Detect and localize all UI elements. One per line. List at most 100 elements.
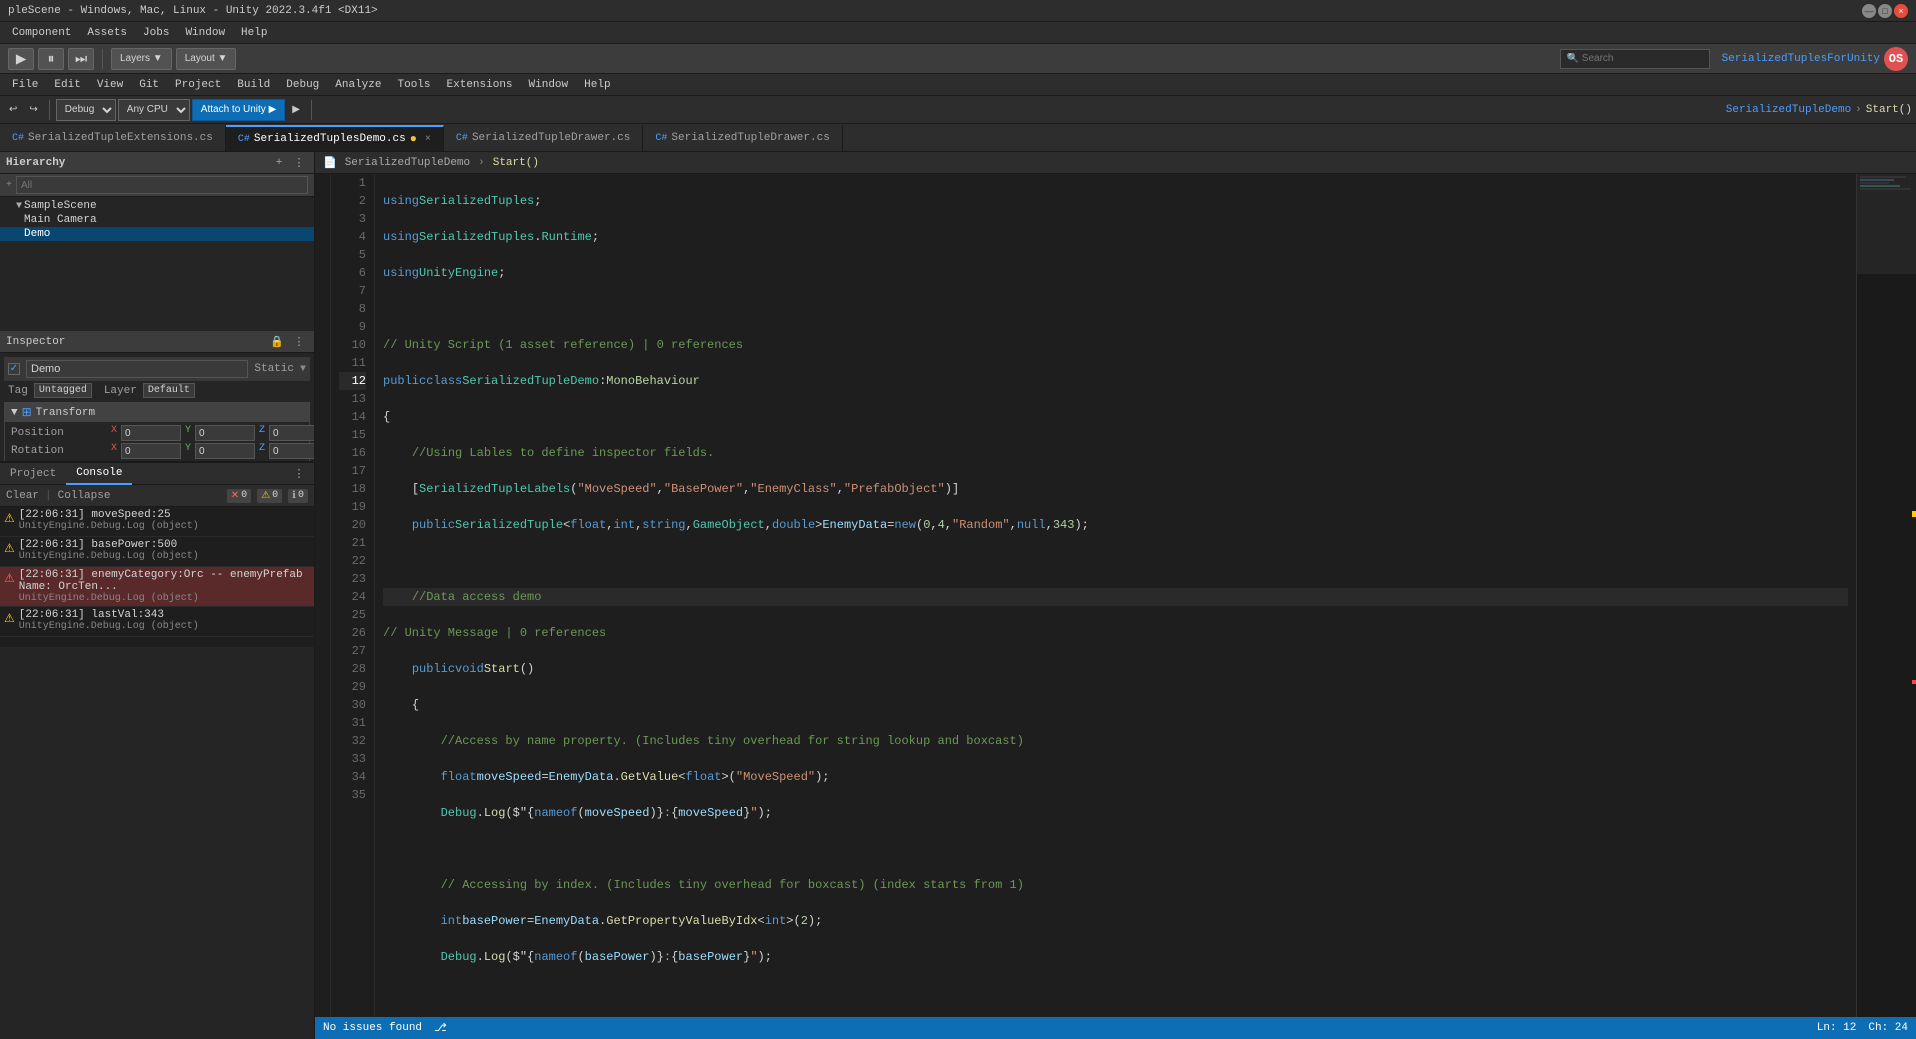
code-editor[interactable]: 12345 678910 1112131415 1617181920 21222… xyxy=(315,174,1916,1017)
menu-window[interactable]: Window xyxy=(177,25,233,41)
minimize-button[interactable]: — xyxy=(1862,4,1876,18)
error-count-badge: ✕ 0 xyxy=(227,489,251,503)
breadcrumb-sep: › xyxy=(1855,104,1862,116)
close-button[interactable]: × xyxy=(1894,4,1908,18)
vs-menu-view[interactable]: View xyxy=(89,77,131,93)
hierarchy-add-icon[interactable]: + xyxy=(270,154,288,172)
tab-close-1[interactable]: × xyxy=(425,134,431,145)
hierarchy-panel: Hierarchy + ⋮ + ▼ SampleScene Main Camer… xyxy=(0,152,314,462)
platform-dropdown[interactable]: Any CPU xyxy=(118,99,190,121)
console-entry-0[interactable]: ⚠ [22:06:31] moveSpeed:25 UnityEngine.De… xyxy=(0,507,314,537)
console-counts: ✕ 0 ⚠ 0 ℹ 0 xyxy=(227,489,308,503)
console-entry-3[interactable]: ⚠ [22:06:31] lastVal:343 UnityEngine.Deb… xyxy=(0,607,314,637)
gameobject-active-checkbox[interactable] xyxy=(8,363,20,375)
minimap[interactable] xyxy=(1856,174,1916,1017)
console-clear-button[interactable]: Clear xyxy=(6,490,39,502)
layout-button[interactable]: Layout ▼ xyxy=(176,48,237,70)
position-z-input[interactable] xyxy=(269,425,314,441)
tab-icon-2: C# xyxy=(456,133,468,144)
rotation-z-input[interactable] xyxy=(269,443,314,459)
gameobject-name-input[interactable] xyxy=(26,360,248,378)
vs-menu-extensions[interactable]: Extensions xyxy=(439,77,521,93)
vs-menu-git[interactable]: Git xyxy=(131,77,167,93)
minimap-warning-indicator xyxy=(1912,511,1916,517)
scale-row: Scale X Y Z xyxy=(11,460,303,461)
vs-menu-window[interactable]: Window xyxy=(521,77,577,93)
breadcrumb-arrow: › xyxy=(478,157,485,169)
debug-config-dropdown[interactable]: Debug xyxy=(56,99,116,121)
step-button[interactable]: ⏭ xyxy=(68,48,94,70)
vs-menu-debug[interactable]: Debug xyxy=(278,77,327,93)
rotation-x-input[interactable] xyxy=(121,443,181,459)
tab-0[interactable]: C# SerializedTupleExtensions.cs xyxy=(0,125,226,151)
position-row: Position X Y Z xyxy=(11,424,303,442)
console-content: ⚠ [22:06:31] moveSpeed:25 UnityEngine.De… xyxy=(0,507,314,647)
tag-value[interactable]: Untagged xyxy=(34,383,92,398)
breadcrumb-serializedtuple: SerializedTupleDemo xyxy=(345,157,470,169)
hierarchy-menu-icon[interactable]: ⋮ xyxy=(290,154,308,172)
breadcrumb-start: Start() xyxy=(493,157,539,169)
transform-label: Transform xyxy=(36,407,95,419)
search-icon: + xyxy=(6,180,12,191)
inspector-content: Static ▼ Tag Untagged Layer Default ▼ ⊞ xyxy=(0,353,314,461)
run-button[interactable]: ▶ xyxy=(287,99,305,121)
static-dropdown-arrow[interactable]: ▼ xyxy=(300,364,306,375)
status-right: Ln: 12 Ch: 24 xyxy=(1817,1022,1908,1034)
inspector-header: Inspector 🔒 ⋮ xyxy=(0,331,314,353)
inspector-lock-icon[interactable]: 🔒 xyxy=(268,333,286,351)
vs-menu-project[interactable]: Project xyxy=(167,77,229,93)
inspector-menu-icon[interactable]: ⋮ xyxy=(290,333,308,351)
tab-1[interactable]: C# SerializedTuplesDemo.cs ● × xyxy=(226,125,444,151)
console-text-2: [22:06:31] enemyCategory:Orc -- enemyPre… xyxy=(19,569,310,604)
rotation-y-input[interactable] xyxy=(195,443,255,459)
console-entry-2[interactable]: ⚠ [22:06:31] enemyCategory:Orc -- enemyP… xyxy=(0,567,314,607)
layer-value[interactable]: Default xyxy=(143,383,195,398)
menu-help[interactable]: Help xyxy=(233,25,275,41)
vs-menu-analyze[interactable]: Analyze xyxy=(327,77,389,93)
console-entry-1[interactable]: ⚠ [22:06:31] basePower:500 UnityEngine.D… xyxy=(0,537,314,567)
hierarchy-camera-item[interactable]: Main Camera xyxy=(0,213,314,227)
pause-button[interactable]: ⏸ xyxy=(38,48,64,70)
menu-component[interactable]: Component xyxy=(4,25,79,41)
hierarchy-demo-item[interactable]: Demo xyxy=(0,227,314,241)
demo-name: Demo xyxy=(24,228,50,240)
user-avatar: OS xyxy=(1884,47,1908,71)
project-tab[interactable]: Project xyxy=(0,463,66,485)
position-y-input[interactable] xyxy=(195,425,255,441)
rotation-xyz: X Y Z xyxy=(111,443,314,459)
hierarchy-scene-item[interactable]: ▼ SampleScene xyxy=(0,199,314,213)
code-content[interactable]: using SerializedTuples; using Serialized… xyxy=(375,174,1856,1017)
position-x-input[interactable] xyxy=(121,425,181,441)
minimap-scrollbar[interactable] xyxy=(1857,174,1916,274)
console-menu-icon[interactable]: ⋮ xyxy=(290,465,308,483)
hierarchy-search-input[interactable] xyxy=(16,176,308,194)
attach-unity-button[interactable]: Attach to Unity ▶ xyxy=(192,99,286,121)
menu-assets[interactable]: Assets xyxy=(79,25,135,41)
vs-menu-file[interactable]: File xyxy=(4,77,46,93)
tab-2[interactable]: C# SerializedTupleDrawer.cs xyxy=(444,125,643,151)
maximize-button[interactable]: □ xyxy=(1878,4,1892,18)
code-line-8: //Using Lables to define inspector field… xyxy=(383,444,1848,462)
status-message: No issues found xyxy=(323,1022,422,1034)
message-icon: ℹ xyxy=(292,490,296,502)
layers-button[interactable]: Layers ▼ xyxy=(111,48,172,70)
inspector-icons: 🔒 ⋮ xyxy=(268,333,308,351)
console-tab-icons: ⋮ xyxy=(290,465,314,483)
search-input[interactable] xyxy=(1560,49,1710,69)
unity-menu-bar: Component Assets Jobs Window Help xyxy=(0,22,1916,44)
menu-jobs[interactable]: Jobs xyxy=(135,25,177,41)
hierarchy-content: ▼ SampleScene Main Camera Demo xyxy=(0,197,314,331)
code-line-7: { xyxy=(383,408,1848,426)
rotation-label: Rotation xyxy=(11,445,111,457)
vs-menu-help[interactable]: Help xyxy=(576,77,618,93)
vs-menu-tools[interactable]: Tools xyxy=(390,77,439,93)
play-button[interactable]: ▶ xyxy=(8,48,34,70)
console-tab[interactable]: Console xyxy=(66,463,132,485)
code-line-14: public void Start() xyxy=(383,660,1848,678)
tab-3[interactable]: C# SerializedTupleDrawer.cs xyxy=(643,125,842,151)
vs-menu-build[interactable]: Build xyxy=(229,77,278,93)
undo-button[interactable]: ↩ xyxy=(4,99,22,121)
vs-menu-edit[interactable]: Edit xyxy=(46,77,88,93)
console-collapse-button[interactable]: Collapse xyxy=(58,490,111,502)
redo-button[interactable]: ↪ xyxy=(24,99,42,121)
